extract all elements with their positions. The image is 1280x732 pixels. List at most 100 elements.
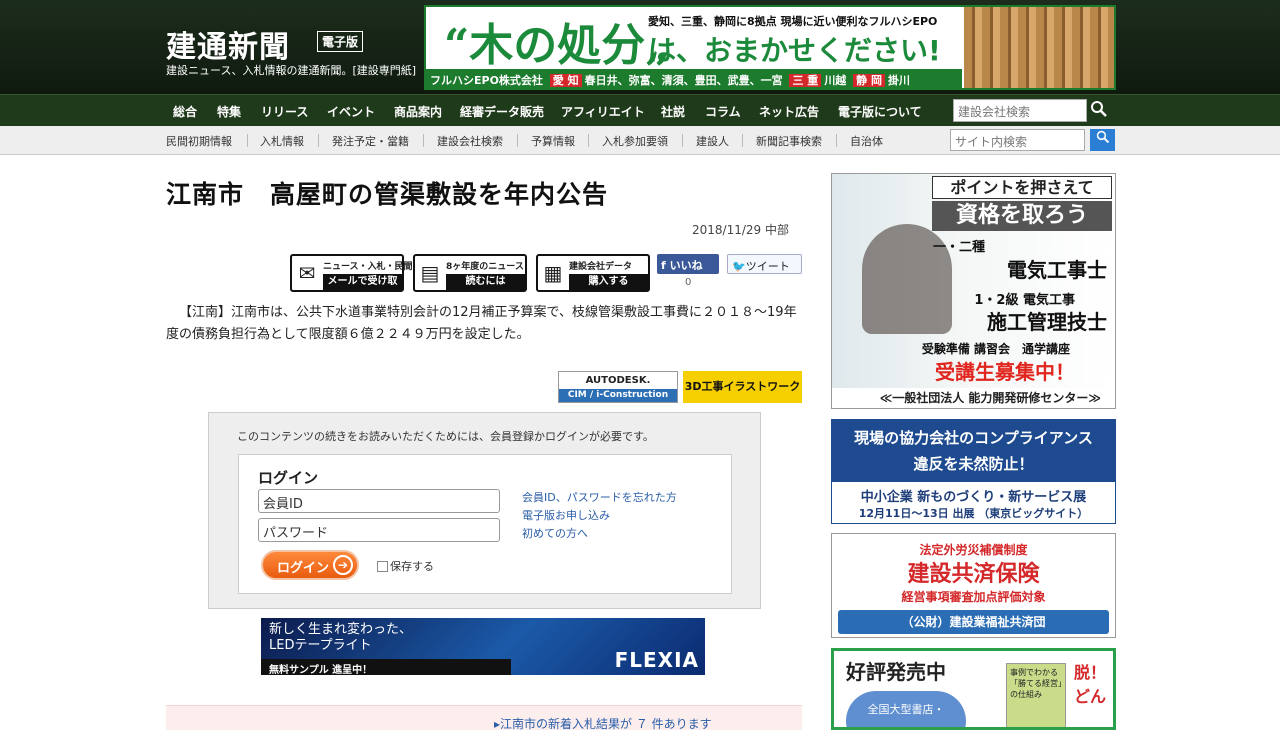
insurance-ad[interactable]: 法定外労災補償制度 建設共済保険 経営事項審査加点評価対象 （公財）建設業福祉共… [831,533,1116,638]
first-time-link[interactable]: 初めての方へ [522,525,588,541]
button-label: 購入する [569,274,648,290]
archive-read-button[interactable]: ▤ 8ヶ年度のニュース 読むには [413,254,527,292]
button-caption: 8ヶ年度のニュース [446,262,524,272]
article-body: 【江南】江南市は、公共下水道事業特別会計の12月補正予算案で、枝線管渠敷設工事費… [166,305,797,342]
arrow-right-icon: ➔ [333,555,353,575]
qualification-ad[interactable]: ポイントを押さえて 資格を取ろう 一・二種 電気工事士 1・2級 電気工事 施工… [831,173,1116,409]
login-form: ログイン 会員ID パスワード 会員ID、パスワードを忘れた方 電子版お申し込み… [238,454,732,594]
mail-icon: ✉ [298,261,316,285]
login-button-label: ログイン [277,561,330,576]
site-search-button[interactable] [1090,129,1115,151]
divider [682,134,683,147]
site-header: 建通新聞 電子版 建設ニュース、入札情報の建通新聞。[建設専門紙] “木の処分„… [0,0,1280,94]
ad-heading: 資格を取ろう [932,201,1112,231]
member-id-field[interactable]: 会員ID [258,489,500,513]
ad-cities: 川越 [824,74,847,87]
ad-cities: 春日井、弥富、清須、豊田、武豊、一宮 [584,74,783,87]
ad-logs-image [964,7,1114,88]
remember-checkbox[interactable]: 保存する [377,558,434,574]
search-icon[interactable] [1090,100,1110,120]
nav-item[interactable]: 社説 [661,103,685,120]
company-search-input[interactable]: 建設会社検索 [953,99,1087,122]
ad-text: 施工管理技士 [987,310,1107,334]
remember-label: 保存する [390,560,434,573]
nav-item[interactable]: 電子版について [838,103,922,120]
ad-text: 一・二種 [932,240,985,255]
led-ad-bar: 無料サンプル 進呈中！ [261,659,511,675]
subnav-item[interactable]: 建設会社検索 [437,133,503,149]
compliance-ad[interactable]: 現場の協力会社のコンプライアンス 違反を未然防止！ 中小企業 新ものづくり・新サー… [831,419,1116,524]
divider [588,134,589,147]
ad-heading: 建設共済保険 [907,562,1040,587]
bid-results-notice: ▸江南市の新着入札結果が ７ 件あります [166,705,802,732]
subnav-item[interactable]: 建設人 [696,133,729,149]
ad-text: 全国大型書店・ [846,691,966,727]
nav-item[interactable]: アフィリエイト [561,103,645,120]
divider [247,134,248,147]
nav-item[interactable]: ネット広告 [759,103,819,120]
subnav-item[interactable]: 予算情報 [531,133,575,149]
nav-item[interactable]: イベント [327,103,375,120]
book-cover: 事例でわかる「勝てる経営」の仕組み [1006,663,1066,727]
ad-heading: ポイントを押さえて [932,176,1112,199]
apply-link[interactable]: 電子版お申し込み [522,507,610,523]
ad-heading: 現場の協力会社のコンプライアンス 違反を未然防止！ [832,420,1115,482]
nav-item[interactable]: 商品案内 [394,103,442,120]
subnav-item[interactable]: 入札情報 [260,133,304,149]
subnav-item[interactable]: 入札参加要領 [602,133,668,149]
document-icon: ▤ [420,261,440,285]
tweet-label: ツイート [745,260,790,273]
ad-headline: は、おまかせください! [648,34,941,67]
ad-footer: ≪一般社団法人 能力開発研修センター≫ [832,388,1115,408]
ad-text: 経営事項審査加点評価対象 [901,590,1046,604]
subnav-item[interactable]: 民間初期情報 [166,133,232,149]
login-button[interactable]: ログイン ➔ [261,550,359,580]
site-search-input[interactable]: サイト内検索 [950,129,1085,151]
ad-text: 中小企業 新ものづくり・新サービス展 [860,490,1087,505]
sub-nav: 民間初期情報 入札情報 発注予定・當籍 建設会社検索 予算情報 入札参加要領 建… [0,126,1280,155]
led-tape-ad[interactable]: 新しく生まれ変わった、 LEDテープライト 無料サンプル 進呈中！ FLEXIA [261,618,705,675]
building-icon: ▦ [543,261,563,285]
ad-region: 愛 知 [549,74,582,87]
nav-item[interactable]: 特集 [217,103,241,120]
subnav-item[interactable]: 発注予定・當籍 [332,133,409,149]
tweet-button[interactable]: 🐦ツイート [727,254,802,274]
mail-subscribe-button[interactable]: ✉ ニュース・入札・民間 メールで受け取る [290,254,413,303]
ad-small-text: 愛知、三重、静岡に8拠点 現場に近い便利なフルハシEPO [648,15,938,28]
ad-text: 脱！どん [1074,663,1107,706]
divider [318,134,319,147]
led-ad-line1: 新しく生まれ変わった、 [269,622,413,637]
search-icon [1096,130,1109,144]
kouji-illust-ad[interactable]: 3D工事イラストワークス [683,371,802,425]
button-label: メールで受け取る [323,274,402,303]
bid-results-link[interactable]: ▸江南市の新着入札結果が ７ 件あります [494,715,712,732]
autodesk-ad[interactable]: AUTODESK. CIM / i-Construction [558,371,678,403]
divider [423,134,424,147]
nav-item[interactable]: コラム [705,103,741,120]
ad-brand: AUTODESK. [585,375,651,386]
subnav-item[interactable]: 自治体 [850,133,883,149]
forgot-link[interactable]: 会員ID、パスワードを忘れた方 [522,489,677,505]
led-ad-text: 新しく生まれ変わった、 LEDテープライト [269,622,412,654]
ad-region: 静 岡 [853,74,885,87]
main-nav: 総合 特集 リリース イベント 商品案内 経審データ販売 アフィリエイト 社説 … [0,94,1280,126]
header-banner-ad[interactable]: “木の処分„ 愛知、三重、静岡に8拠点 現場に近い便利なフルハシEPO は、おま… [424,5,1116,90]
company-data-button[interactable]: ▦ 建設会社データ 購入する [536,254,650,292]
nav-item[interactable]: 経審データ販売 [460,103,544,120]
ad-text: 現場の協力会社のコンプライアンス [854,429,1093,447]
ad-region: 三 重 [789,74,822,87]
subnav-item[interactable]: 新聞記事検索 [756,133,822,149]
ad-text: 受講生募集中！ [935,360,1075,384]
ad-company: フルハシEPO株式会社 [430,74,543,87]
site-logo[interactable]: 建通新聞 [166,22,290,66]
ad-text: 受験準備 講習会 通学講座 [921,342,1070,356]
ad-text: 違反を未然防止！ [913,455,1034,473]
ad-footer: （公財）建設業福祉共済団 [838,610,1109,634]
ad-quote: “木の処分„ [444,20,671,71]
facebook-like-button[interactable]: f いいね [657,254,719,274]
divider [742,134,743,147]
nav-item[interactable]: 総合 [173,103,197,120]
nav-item[interactable]: リリース [261,103,308,120]
book-ad[interactable]: 好評発売中 全国大型書店・ 事例でわかる「勝てる経営」の仕組み 脱！どん [831,648,1116,730]
password-field[interactable]: パスワード [258,518,500,542]
